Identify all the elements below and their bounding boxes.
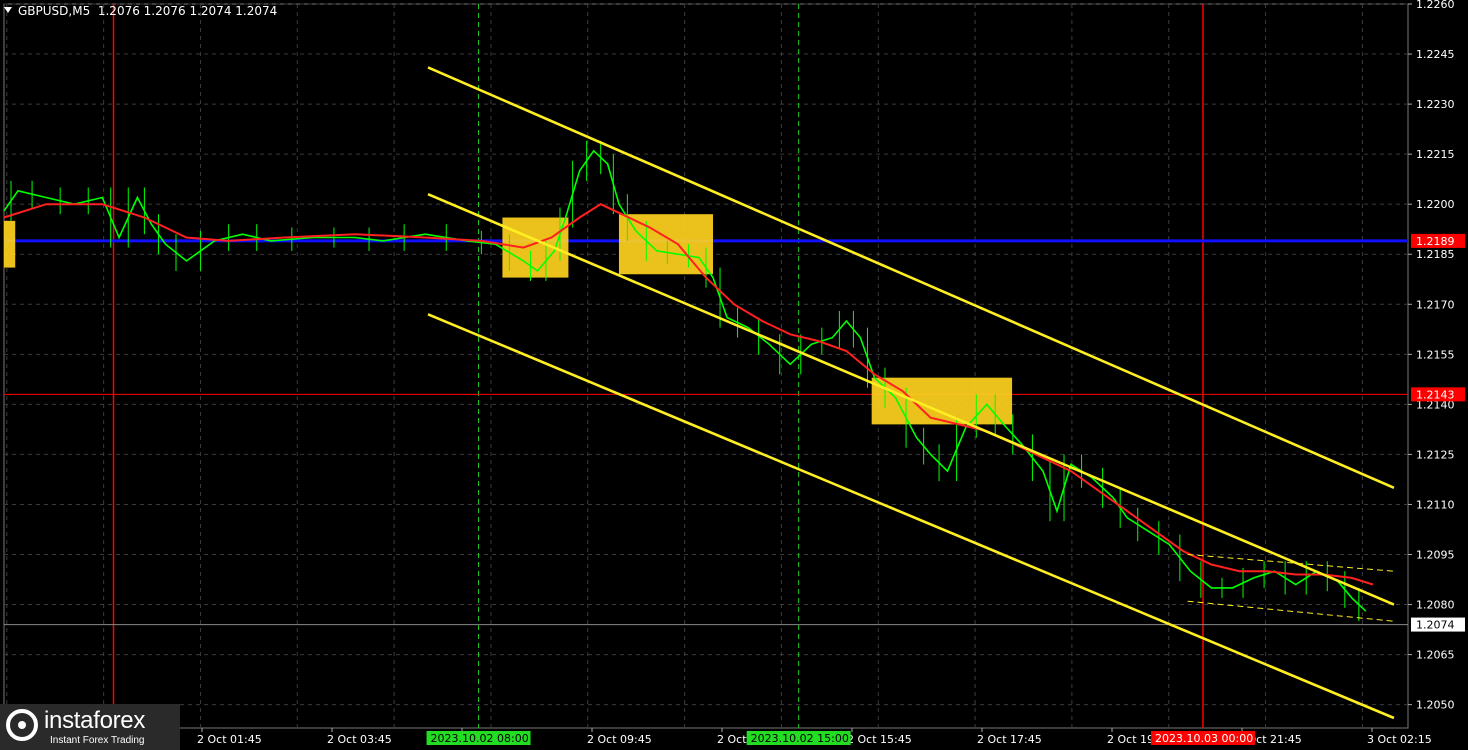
- y-tick-label: 1.2095: [1416, 549, 1455, 562]
- x-tick-label: 2 Oct 09:45: [587, 733, 652, 746]
- small-channel-line-upper: [1187, 554, 1395, 572]
- small-channel-line-lower: [1187, 600, 1395, 622]
- y-tick-label: 1.2065: [1416, 649, 1455, 662]
- plot-frame: [3, 3, 1409, 729]
- channel-line-upper: [427, 66, 1395, 489]
- level-label: 1.2143: [1416, 388, 1455, 401]
- y-tick-label: 1.2215: [1416, 148, 1455, 161]
- price-chart[interactable]: 1.22601.22451.22301.22151.22001.21851.21…: [0, 0, 1468, 750]
- level-label: 1.2074: [1416, 619, 1455, 632]
- y-tick-label: 1.2260: [1416, 0, 1455, 11]
- x-tick-label: 2 Oct 03:45: [327, 733, 392, 746]
- y-tick-label: 1.2080: [1416, 599, 1455, 612]
- session-label: 2023.10.02 15:00: [751, 732, 849, 745]
- x-tick-label: 2 Oct 15:45: [847, 733, 912, 746]
- session-label: 2023.10.03 00:00: [1155, 732, 1253, 745]
- x-tick-label: 3 Oct 02:15: [1367, 733, 1432, 746]
- logo-tagline: Instant Forex Trading: [50, 735, 145, 746]
- symbol-label: GBPUSD,M5: [18, 4, 91, 18]
- ohlc-label: 1.2076 1.2076 1.2074 1.2074: [97, 4, 278, 18]
- signal-zone: [4, 220, 16, 268]
- y-tick-label: 1.2200: [1416, 198, 1455, 211]
- channel-line-lower: [427, 313, 1395, 720]
- level-label: 1.2189: [1416, 235, 1455, 248]
- y-tick-label: 1.2185: [1416, 248, 1455, 261]
- y-tick-label: 1.2125: [1416, 448, 1455, 461]
- y-tick-label: 1.2245: [1416, 48, 1455, 61]
- logo-name: instaforex: [44, 707, 146, 734]
- y-tick-label: 1.2170: [1416, 298, 1455, 311]
- dropdown-triangle-icon[interactable]: [4, 7, 12, 13]
- y-tick-label: 1.2230: [1416, 98, 1455, 111]
- y-tick-label: 1.2155: [1416, 348, 1455, 361]
- x-tick-label: 2 Oct 17:45: [977, 733, 1042, 746]
- instaforex-logo: instaforex Instant Forex Trading: [0, 704, 180, 750]
- instaforex-logo-icon: [6, 709, 38, 741]
- signal-zone: [618, 214, 714, 275]
- channel-line-middle: [427, 192, 1395, 606]
- y-tick-label: 1.2110: [1416, 498, 1455, 511]
- chart-header: GBPUSD,M5 1.2076 1.2076 1.2074 1.2074: [4, 4, 277, 18]
- x-tick-label: 2 Oct 01:45: [197, 733, 262, 746]
- session-label: 2023.10.02 08:00: [431, 732, 529, 745]
- y-tick-label: 1.2050: [1416, 699, 1455, 712]
